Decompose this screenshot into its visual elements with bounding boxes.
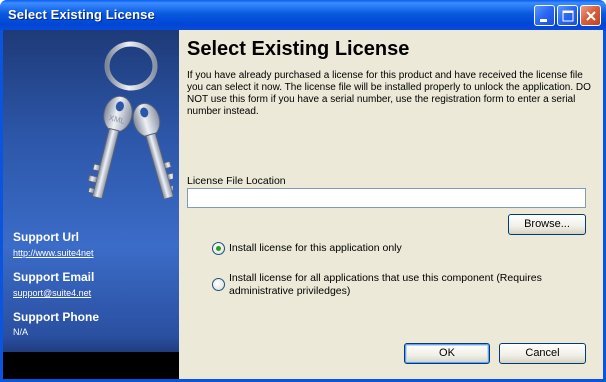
window-title: Select Existing License: [8, 7, 155, 22]
ok-button[interactable]: OK: [404, 343, 490, 364]
keys-icon: XML: [87, 41, 173, 200]
dialog-client: XML Support Url http://www.suite4net Sup…: [3, 30, 603, 379]
maximize-button[interactable]: [557, 5, 578, 26]
radio-this-application[interactable]: [212, 242, 225, 255]
title-bar[interactable]: Select Existing License: [0, 0, 606, 30]
browse-button[interactable]: Browse...: [508, 214, 586, 235]
support-url-link[interactable]: http://www.suite4net: [13, 248, 94, 258]
radio-all-applications[interactable]: [212, 278, 225, 291]
close-button[interactable]: [580, 5, 601, 26]
radio-selected-dot: [216, 246, 221, 251]
dialog-window: Select Existing License XML Support Url …: [0, 0, 606, 382]
support-url-label: Support Url: [13, 230, 79, 244]
sidebar-footer: [3, 352, 179, 379]
page-title: Select Existing License: [187, 38, 410, 60]
support-sidebar: XML Support Url http://www.suite4net Sup…: [3, 30, 179, 379]
cancel-button[interactable]: Cancel: [499, 343, 586, 364]
support-email-link[interactable]: support@suite4.net: [13, 288, 91, 298]
description-text: If you have already purchased a license …: [187, 70, 591, 117]
maximize-icon: [562, 10, 574, 22]
minimize-icon: [540, 19, 547, 22]
license-file-label: License File Location: [187, 175, 286, 187]
support-phone-label: Support Phone: [13, 310, 99, 324]
license-form: Select Existing License If you have alre…: [179, 30, 603, 379]
support-phone-value: N/A: [13, 327, 29, 337]
radio-this-application-label[interactable]: Install license for this application onl…: [229, 242, 402, 255]
minimize-button[interactable]: [534, 5, 555, 26]
license-file-input[interactable]: [187, 188, 586, 208]
close-icon: [586, 11, 596, 21]
support-email-label: Support Email: [13, 270, 95, 284]
radio-all-applications-label[interactable]: Install license for all applications tha…: [229, 272, 569, 298]
